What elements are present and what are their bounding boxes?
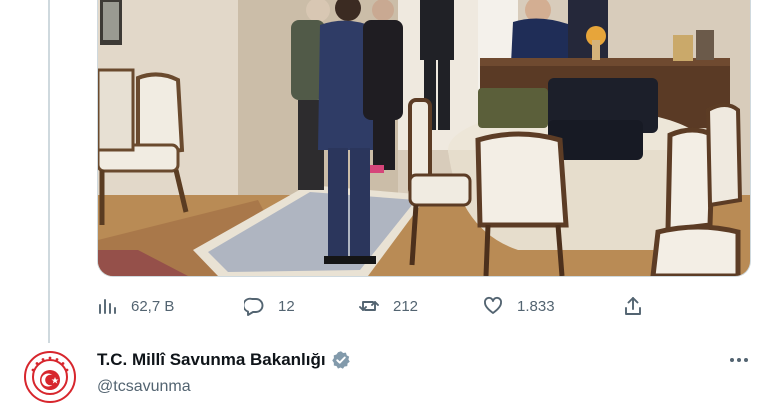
thread-connector-line: [48, 0, 50, 343]
retweet-icon: [359, 301, 379, 311]
more-options-button[interactable]: [726, 347, 752, 373]
author-handle[interactable]: @tcsavunma: [97, 378, 191, 396]
views-count: 62,7 B: [131, 297, 175, 315]
avatar[interactable]: [24, 351, 76, 403]
author-name-row: T.C. Millî Savunma Bakanlığı: [97, 350, 351, 370]
next-tweet-header: T.C. Millî Savunma Bakanlığı @tcsavunma: [0, 343, 780, 403]
share-icon: [625, 297, 641, 315]
share-button[interactable]: [623, 291, 643, 321]
tweet-photo[interactable]: [97, 0, 751, 277]
like-button[interactable]: 1.833: [483, 291, 555, 321]
more-icon: [730, 358, 734, 362]
tweet-action-bar: 62,7 B 12 212 1.833: [97, 291, 749, 321]
verified-icon: [331, 351, 350, 369]
analytics-icon: [99, 299, 116, 314]
author-display-name[interactable]: T.C. Millî Savunma Bakanlığı: [97, 350, 326, 370]
ministry-emblem-icon: [28, 355, 72, 399]
reply-count: 12: [278, 297, 295, 315]
reply-icon: [244, 297, 264, 316]
retweet-button[interactable]: 212: [359, 291, 418, 321]
reply-button[interactable]: 12: [244, 291, 295, 321]
views-button[interactable]: 62,7 B: [97, 291, 174, 321]
like-count: 1.833: [517, 297, 555, 315]
like-icon: [484, 296, 502, 314]
retweet-count: 212: [393, 297, 419, 315]
